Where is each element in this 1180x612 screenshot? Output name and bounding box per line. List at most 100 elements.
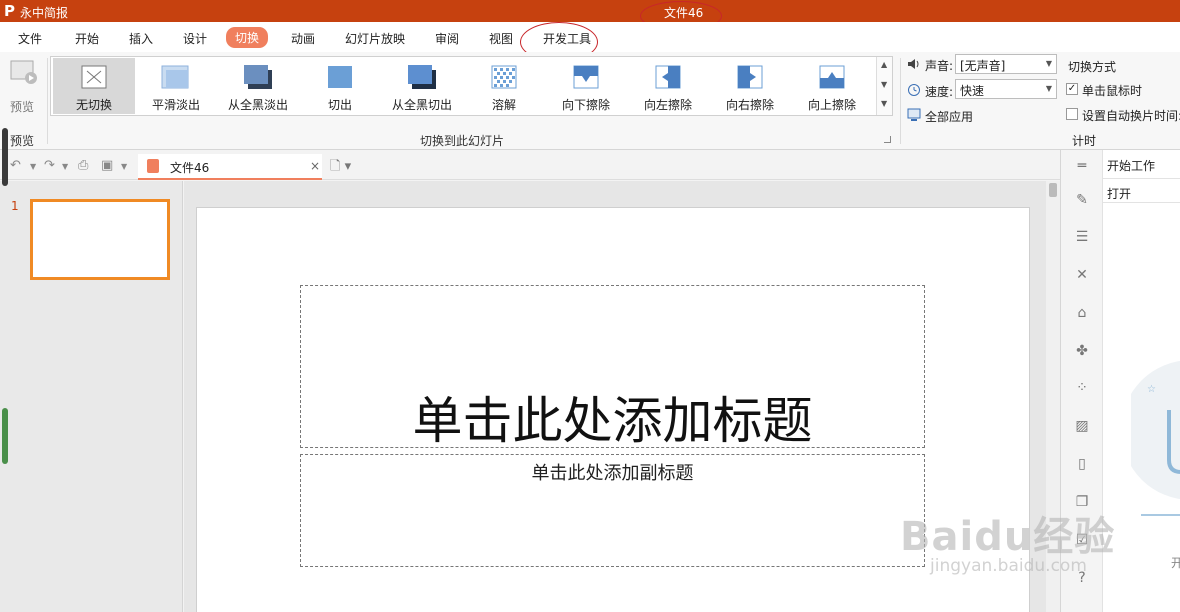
watermark-url: jingyan.baidu.com <box>930 556 1087 576</box>
new-document-icon[interactable]: 🗋 ▾ <box>330 157 351 179</box>
effect-wipe-down[interactable]: 向下擦除 <box>545 58 627 114</box>
subtitle-placeholder[interactable]: 单击此处添加副标题 <box>300 454 925 567</box>
dialog-launcher-icon[interactable] <box>884 136 891 143</box>
document-title: 文件46 <box>664 6 704 20</box>
slide-number: 1 <box>11 199 19 213</box>
effect-wipe-right[interactable]: 向右擦除 <box>709 58 791 114</box>
effect-wipe-up[interactable]: 向上擦除 <box>791 58 873 114</box>
on-click-checkbox[interactable]: ✓ <box>1066 83 1078 95</box>
save-icon[interactable]: ▣ <box>101 158 113 173</box>
preview-button[interactable]: 预览 <box>4 56 44 116</box>
menu-insert[interactable]: 插入 <box>129 30 153 47</box>
preview-label: 预览 <box>10 100 35 114</box>
timing-group: 切换方式 ✓ 单击鼠标时 设置自动换片时间: 计时 <box>1062 52 1180 150</box>
effect-wipe-left[interactable]: 向左擦除 <box>627 58 709 114</box>
dissolve-icon <box>491 65 517 89</box>
speed-value: 快速 <box>960 84 985 98</box>
ribbon-divider <box>47 58 48 144</box>
no-transition-icon <box>81 65 107 89</box>
redo-dropdown-icon[interactable]: ▼ <box>62 162 68 171</box>
menu-home[interactable]: 开始 <box>75 30 99 47</box>
effect-label: 向左擦除 <box>643 98 692 112</box>
menu-developer-tools[interactable]: 开发工具 <box>543 30 591 47</box>
illustration-caption: 开 <box>1171 556 1180 570</box>
grid-icon[interactable]: ⁘ <box>1074 380 1090 396</box>
document-tab[interactable]: 文件46 × <box>138 154 322 180</box>
title-placeholder-text: 单击此处添加标题 <box>412 392 813 450</box>
watermark-brand: Baidu经验 <box>900 514 1116 560</box>
title-placeholder[interactable]: 单击此处添加标题 <box>300 285 925 450</box>
scroll-down-icon[interactable]: ▼ <box>881 80 887 89</box>
effect-fade-from-black[interactable]: 从全黑淡出 <box>217 58 299 114</box>
menu-lines-icon[interactable]: ═ <box>1074 158 1090 174</box>
app-name: 永中简报 <box>20 6 69 20</box>
scroll-up-icon[interactable]: ▲ <box>881 60 887 69</box>
effect-cut-from-black[interactable]: 从全黑切出 <box>381 58 463 114</box>
menu-transition[interactable]: 切换 <box>226 27 269 48</box>
switch-mode-label: 切换方式 <box>1068 60 1117 74</box>
effect-label: 从全黑淡出 <box>227 98 288 112</box>
quick-access-bar: ↶ ▼ ↷ ▼ ⎙ ▣ ▼ 文件46 × 🗋 ▾ <box>0 150 1060 180</box>
switch-group-label: 切换到此幻灯片 <box>420 134 505 148</box>
undo-icon[interactable]: ↶ <box>10 158 21 173</box>
effect-label: 向右擦除 <box>725 98 774 112</box>
wipe-right-icon <box>737 65 763 89</box>
gallery-more-icon[interactable]: ▼ <box>881 99 887 108</box>
effect-none[interactable]: 无切换 <box>53 58 135 114</box>
app-logo-icon: P <box>4 2 15 20</box>
effect-label: 切出 <box>327 98 352 112</box>
open-link[interactable]: 打开 <box>1107 185 1131 202</box>
clipboard-icon[interactable]: ▯ <box>1074 456 1090 472</box>
effect-label: 从全黑切出 <box>391 98 452 112</box>
menu-design[interactable]: 设计 <box>183 30 207 47</box>
brush-icon[interactable]: ⌂ <box>1074 305 1090 321</box>
effect-label: 无切换 <box>75 98 112 112</box>
timing-group-label: 计时 <box>1072 134 1097 148</box>
menu-bar: 文件 开始 插入 设计 切换 动画 幻灯片放映 审阅 视图 开发工具 <box>0 22 1180 52</box>
speed-label: 速度: <box>925 85 954 99</box>
gallery-scrollbar[interactable]: ▲ ▼ ▼ <box>876 57 892 115</box>
chevron-down-icon: ▼ <box>1045 59 1052 68</box>
auto-advance-label: 设置自动换片时间: <box>1082 109 1180 123</box>
effect-dissolve[interactable]: 溶解 <box>463 58 545 114</box>
effect-label: 溶解 <box>491 98 516 112</box>
effect-label: 平滑淡出 <box>151 98 200 112</box>
apply-all-icon <box>907 108 921 121</box>
image-icon[interactable]: ▨ <box>1074 418 1090 434</box>
menu-slideshow[interactable]: 幻灯片放映 <box>345 30 405 47</box>
pencil-icon[interactable]: ✎ <box>1074 192 1090 208</box>
effect-label: 向下擦除 <box>561 98 610 112</box>
sound-value: [无声音] <box>960 59 1006 73</box>
left-edge-handle[interactable] <box>2 128 8 186</box>
pinwheel-icon[interactable]: ✤ <box>1074 343 1090 359</box>
close-tab-icon[interactable]: × <box>310 159 320 173</box>
menu-file[interactable]: 文件 <box>18 30 42 47</box>
cut-from-black-icon <box>408 65 436 89</box>
sound-dropdown[interactable]: [无声音] ▼ <box>955 54 1057 74</box>
cut-icon <box>328 66 352 88</box>
customize-dropdown-icon[interactable]: ▼ <box>121 162 127 171</box>
scrollbar-thumb[interactable] <box>1049 183 1057 197</box>
chevron-down-icon: ▼ <box>1045 84 1052 93</box>
ribbon: 预览 预览 无切换 平滑淡出 从全黑淡出 切出 从全黑切出 溶解 向下擦除 向左… <box>0 52 1180 150</box>
preview-icon <box>10 60 37 84</box>
auto-advance-checkbox[interactable] <box>1066 108 1078 120</box>
print-preview-icon[interactable]: ⎙ <box>78 158 88 173</box>
slide-thumbnail[interactable] <box>30 199 170 280</box>
apply-all-label: 全部应用 <box>925 110 974 124</box>
divider <box>1103 202 1180 203</box>
fade-from-black-icon <box>244 65 272 89</box>
effect-cut[interactable]: 切出 <box>299 58 381 114</box>
undo-dropdown-icon[interactable]: ▼ <box>30 162 36 171</box>
menu-view[interactable]: 视图 <box>489 30 513 47</box>
start-illustration-icon: ☆ <box>1131 360 1180 516</box>
speed-dropdown[interactable]: 快速 ▼ <box>955 79 1057 99</box>
menu-animation[interactable]: 动画 <box>291 30 315 47</box>
divider <box>1103 178 1180 179</box>
effect-smooth-fade[interactable]: 平滑淡出 <box>135 58 217 114</box>
menu-review[interactable]: 审阅 <box>435 30 459 47</box>
tools-icon[interactable]: ✕ <box>1074 267 1090 283</box>
sliders-icon[interactable]: ☰ <box>1074 229 1090 245</box>
redo-icon[interactable]: ↷ <box>44 158 55 173</box>
slide-thumbnail-panel: 1 <box>0 181 183 612</box>
